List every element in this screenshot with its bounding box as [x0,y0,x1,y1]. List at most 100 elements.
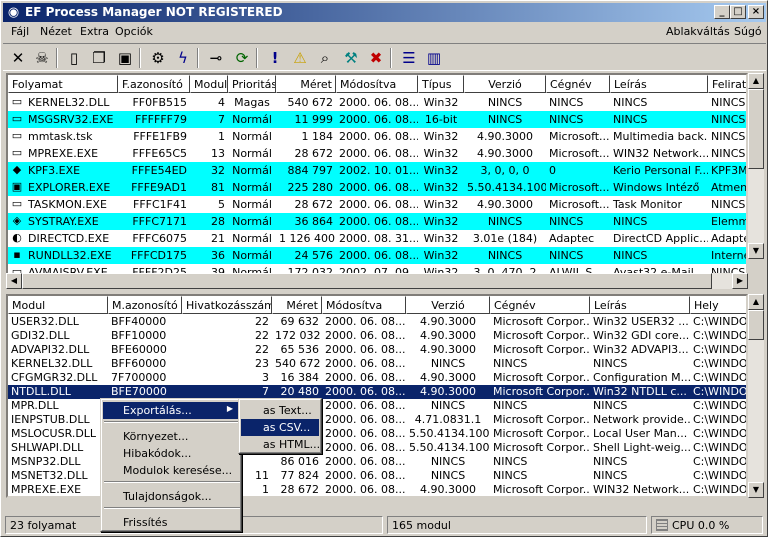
module-vscroll[interactable]: ▲ ▼ [748,294,764,498]
menu-item-export-text[interactable]: as Text... [241,402,319,419]
module-row[interactable]: KERNEL32.DLL BFF60000 23 540 672 2000. 06. 0… [8,357,746,371]
process-row[interactable]: ▣ EXPLORER.EXE FFFE9AD1 81 Normál 225 280 2000… [8,179,746,196]
menu-item-properties[interactable]: Tulajdonságok... [103,488,239,505]
properties-icon[interactable]: ⚙ [147,47,169,69]
scroll-up-icon[interactable]: ▲ [748,73,764,89]
scroll-thumb[interactable] [748,89,764,169]
document-icon[interactable]: ▯ [63,47,85,69]
module-cell-id: 7F700000 [111,371,167,384]
col-header-module[interactable]: Modul [8,296,108,314]
menu-extra[interactable]: Extra [80,25,109,38]
menu-window-switch[interactable]: Ablakváltás [666,25,730,38]
col-header-modified[interactable]: Módosítva [336,75,418,93]
process-cell-desc: DirectCD Applic... [613,232,708,245]
menu-options[interactable]: Opciók [115,25,153,38]
scroll-thumb[interactable] [748,310,764,340]
new-window-icon[interactable]: ❐ [88,47,110,69]
module-row[interactable]: NTDLL.DLL BFE70000 7 20 480 2000. 06. 08... 4… [8,385,746,399]
module-cell-path: C:\WINDOW [693,413,748,426]
scroll-left-icon[interactable]: ◀ [6,273,22,289]
scroll-thumb[interactable] [22,273,712,289]
process-row[interactable]: ◈ SYSTRAY.EXE FFFC7171 28 Normál 36 864 2000. … [8,213,746,230]
close-button[interactable]: × [748,5,764,19]
col-header-description[interactable]: Leírás [610,75,708,93]
module-row[interactable]: CFGMGR32.DLL 7F700000 3 16 384 2000. 06. 08.… [8,371,746,385]
process-cell-size: 11 999 [294,113,334,126]
menu-view[interactable]: Nézet [40,25,72,38]
exclamation-icon[interactable]: ! [264,47,286,69]
cancel-icon[interactable]: ✖ [365,47,387,69]
menu-item-find-modules[interactable]: Modulok keresése... [103,462,239,479]
menu-item-export-csv[interactable]: as CSV... [241,419,319,436]
col-header-type[interactable]: Típus [418,75,464,93]
process-row[interactable]: ▭ MSGSRV32.EXE FFFFFF79 7 Normál 11 999 2000. … [8,111,746,128]
pin-icon[interactable]: ⊸ [205,47,227,69]
process-row[interactable]: ◆ KPF3.EXE FFFE54ED 32 Normál 884 797 2002. 10… [8,162,746,179]
menu-file[interactable]: Fájl [11,25,29,38]
menu-item-export-html[interactable]: as HTML... [241,436,320,453]
module-row[interactable]: USER32.DLL BFF40000 22 69 632 2000. 06. 08..… [8,315,746,329]
photo-icon[interactable]: ▣ [114,47,136,69]
close-icon[interactable]: ✕ [7,47,29,69]
menu-item-export[interactable]: Exportálás... ▶ [103,402,239,419]
process-cell-id: FFFE54ED [131,164,187,177]
col-header-size[interactable]: Méret [276,75,336,93]
process-hscroll[interactable]: ◀ ▶ [6,273,748,289]
settings-icon[interactable]: ⚒ [340,47,362,69]
col-header-pid[interactable]: F.azonosító [118,75,190,93]
horizontal-split-icon[interactable]: ☰ [398,47,420,69]
process-cell-mod: 81 [211,181,225,194]
scroll-up-icon[interactable]: ▲ [748,294,764,310]
menu-separator [104,421,240,423]
process-row[interactable]: ◐ DIRECTCD.EXE FFFC6075 21 Normál 1 126 400 20… [8,230,746,247]
col-header-caption[interactable]: Felirat [708,75,746,93]
status-module-count: 165 modul [387,516,647,534]
col-header-size[interactable]: Méret [272,296,322,314]
toolbar-separator [390,48,392,68]
col-header-module-count[interactable]: Modul [190,75,228,93]
scroll-down-icon[interactable]: ▼ [748,482,764,498]
module-row[interactable]: GDI32.DLL BFF10000 22 172 032 2000. 06. 08..… [8,329,746,343]
menu-help[interactable]: Súgó [734,25,762,38]
vertical-split-icon[interactable]: ▥ [423,47,445,69]
process-row[interactable]: ▭ MPREXE.EXE FFFE65C5 13 Normál 28 672 2000. 0… [8,145,746,162]
menu-item-environment[interactable]: Környezet... [103,428,239,445]
module-row[interactable]: ADVAPI32.DLL BFE60000 22 65 536 2000. 06. 08… [8,343,746,357]
col-header-priority[interactable]: Prioritás [228,75,276,93]
col-header-version[interactable]: Verzió [464,75,546,93]
process-row[interactable]: ▪ RUNDLL32.EXE FFFCD175 36 Normál 24 576 2000.… [8,247,746,264]
col-header-description[interactable]: Leírás [590,296,690,314]
refresh-icon[interactable]: ⟳ [231,47,253,69]
scroll-right-icon[interactable]: ▶ [732,273,748,289]
maximize-button[interactable]: □ [730,5,746,19]
col-header-module-id[interactable]: M.azonosító [108,296,182,314]
main-window: ◉ EF Process Manager NOT REGISTERED _ □ … [0,0,768,537]
module-cell-name: USER32.DLL [11,315,79,328]
module-cell-size: 16 384 [280,371,320,384]
module-cell-name: KERNEL32.DLL [11,357,93,370]
process-vscroll[interactable]: ▲ ▼ [748,73,764,259]
module-cell-path: C:\WINDOW [693,427,748,440]
col-header-ref-count[interactable]: Hivatkozásszám [182,296,272,314]
process-row[interactable]: ▭ mmtask.tsk FFFE1FB9 1 Normál 1 184 2000. 06.… [8,128,746,145]
warning-icon[interactable]: ⚠ [289,47,311,69]
col-header-modified[interactable]: Módosítva [322,296,406,314]
menu-item-refresh[interactable]: Frissítés [103,514,239,531]
minimize-button[interactable]: _ [714,5,730,19]
process-row[interactable]: ▭ KERNEL32.DLL FF0FB515 4 Magas 540 672 2000. … [8,94,746,111]
scroll-down-icon[interactable]: ▼ [748,243,764,259]
process-row[interactable]: ▭ TASKMON.EXE FFFC1F41 5 Normál 28 672 2000. 0… [8,196,746,213]
module-cell-refs: 3 [262,371,269,384]
col-header-company[interactable]: Cégnév [490,296,590,314]
process-list[interactable]: Folyamat F.azonosító Modul Prioritás Mér… [6,73,748,276]
col-header-path[interactable]: Hely [690,296,746,314]
col-header-process[interactable]: Folyamat [8,75,118,93]
search-icon[interactable]: ⌕ [314,47,336,69]
kill-icon[interactable]: ☠ [31,47,53,69]
menu-item-error-codes[interactable]: Hibakódok... [103,445,239,462]
col-header-company[interactable]: Cégnév [546,75,610,93]
lightning-icon[interactable]: ϟ [172,47,194,69]
col-header-version[interactable]: Verzió [406,296,490,314]
process-cell-prio: Normál [232,215,272,228]
title-bar[interactable]: ◉ EF Process Manager NOT REGISTERED _ □ … [3,3,766,22]
